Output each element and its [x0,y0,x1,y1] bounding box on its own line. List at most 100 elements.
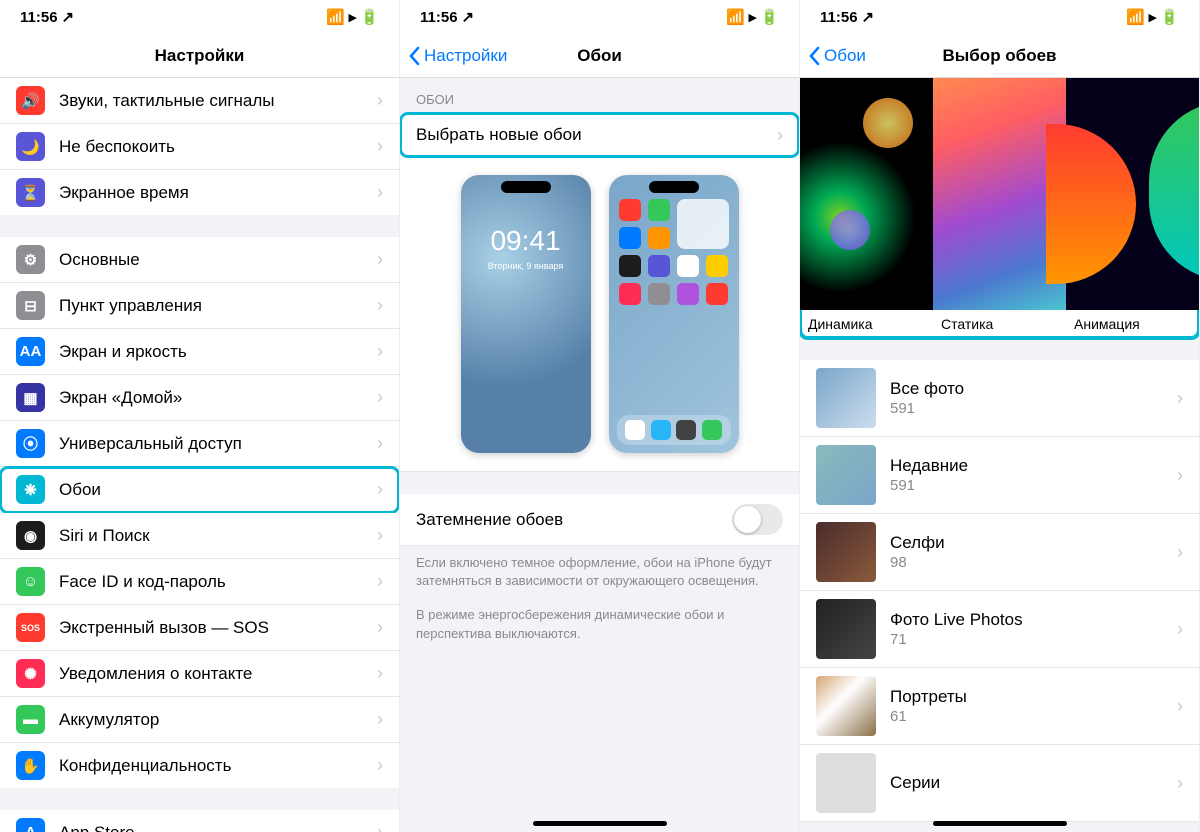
settings-row-siri-и-поиск[interactable]: ◉Siri и Поиск› [0,513,399,559]
settings-row-экран-и-яркость[interactable]: AA Экран и яркость› [0,329,399,375]
chevron-right-icon: › [1177,542,1183,563]
album-row-фото-live-photos[interactable]: Фото Live Photos71› [800,591,1199,668]
wallpaper-preview: 09:41 Вторник, 9 января [400,157,799,472]
battery-icon: 🔋 [360,8,379,26]
home-indicator[interactable] [933,821,1067,826]
album-count: 71 [890,631,1177,648]
wallpaper-type-динамика[interactable]: Динамика [800,78,933,338]
settings-row-звуки-тактильные-сигналы[interactable]: 🔊Звуки, тактильные сигналы› [0,78,399,124]
row-icon: AA [16,337,45,366]
row-label: Конфиденциальность [59,756,377,776]
row-label: Звуки, тактильные сигналы [59,91,377,111]
album-thumb [816,445,876,505]
dark-appearance-dimming-row: Затемнение обоев [400,494,799,546]
back-button[interactable]: Обои [808,46,866,66]
nav-bar: Настройки Обои [400,34,799,78]
row-label: Обои [59,480,377,500]
settings-row-не-беспокоить[interactable]: 🌙Не беспокоить› [0,124,399,170]
row-icon: ⊟ [16,291,45,320]
album-info: Недавние591 [890,456,1177,494]
dimming-toggle[interactable] [732,504,783,535]
settings-row-экран-домой-[interactable]: ▦Экран «Домой»› [0,375,399,421]
settings-row-app-store[interactable]: AApp Store› [0,810,399,832]
album-count: 591 [890,400,1177,417]
album-title: Портреты [890,687,1177,707]
chevron-right-icon: › [377,822,383,832]
chevron-right-icon: › [777,125,783,146]
dimming-description-2: В режиме энергосбережения динамические о… [400,606,799,658]
album-row-серии[interactable]: Серии› [800,745,1199,822]
album-thumb [816,368,876,428]
wallpaper-types-row: ДинамикаСтатикаАнимация [800,78,1199,338]
chevron-right-icon: › [1177,619,1183,640]
home-screen-preview[interactable] [609,175,739,453]
location-icon: ↗ [862,8,875,26]
row-label: Экран и яркость [59,342,377,362]
status-bar: 11:56 ↗ 📶 ▸ 🔋 [800,0,1199,34]
location-icon: ↗ [462,8,475,26]
album-title: Недавние [890,456,1177,476]
settings-row-конфиденциальность[interactable]: ✋Конфиденциальность› [0,743,399,788]
album-info: Фото Live Photos71 [890,610,1177,648]
row-icon: ⏳ [16,178,45,207]
location-icon: ↗ [62,8,75,26]
row-label: Уведомления о контакте [59,664,377,684]
wifi-icon: ▸ [1149,8,1157,26]
row-label: Пункт управления [59,296,377,316]
page-title: Обои [577,46,622,66]
chevron-right-icon: › [377,341,383,362]
album-row-портреты[interactable]: Портреты61› [800,668,1199,745]
row-icon: ☺ [16,567,45,596]
status-bar: 11:56 ↗ 📶 ▸ 🔋 [400,0,799,34]
home-indicator[interactable] [533,821,667,826]
status-time: 11:56 [20,9,58,26]
album-info: Все фото591 [890,379,1177,417]
row-label: Не беспокоить [59,137,377,157]
settings-row-face-id-и-код-пароль[interactable]: ☺Face ID и код-пароль› [0,559,399,605]
back-label: Настройки [424,46,507,66]
settings-row-аккумулятор[interactable]: ▬Аккумулятор› [0,697,399,743]
wallpaper-type-label: Анимация [1066,310,1199,338]
row-label: Siri и Поиск [59,526,377,546]
back-label: Обои [824,46,866,66]
album-row-селфи[interactable]: Селфи98› [800,514,1199,591]
settings-row-экстренный-вызов-sos[interactable]: SOSЭкстренный вызов — SOS› [0,605,399,651]
lock-screen-preview[interactable]: 09:41 Вторник, 9 января [461,175,591,453]
back-button[interactable]: Настройки [408,46,507,66]
settings-row-обои[interactable]: ❋Обои› [0,467,399,513]
battery-icon: 🔋 [760,8,779,26]
nav-bar: Настройки [0,34,399,78]
album-title: Все фото [890,379,1177,399]
choose-new-wallpaper-row[interactable]: Выбрать новые обои › [400,113,799,157]
signal-icon: 📶 [326,8,345,26]
dimming-description-1: Если включено темное оформление, обои на… [400,546,799,606]
row-icon: ❋ [16,475,45,504]
row-icon: ◉ [16,521,45,550]
row-label: Универсальный доступ [59,434,377,454]
signal-icon: 📶 [726,8,745,26]
row-label: Face ID и код-пароль [59,572,377,592]
album-title: Фото Live Photos [890,610,1177,630]
row-icon: ✋ [16,751,45,780]
row-label: Выбрать новые обои [416,125,777,145]
page-title: Выбор обоев [943,46,1057,66]
row-icon: ⚙ [16,245,45,274]
row-icon: ▬ [16,705,45,734]
settings-row-основные[interactable]: ⚙Основные› [0,237,399,283]
album-thumb [816,753,876,813]
settings-row-уведомления-о-контакте[interactable]: ✺Уведомления о контакте› [0,651,399,697]
settings-row-универсальный-доступ[interactable]: ⦿Универсальный доступ› [0,421,399,467]
chevron-right-icon: › [377,709,383,730]
screen-settings: 11:56 ↗ 📶 ▸ 🔋 Настройки 🔊Звуки, тактильн… [0,0,400,832]
album-row-все-фото[interactable]: Все фото591› [800,360,1199,437]
row-icon: ⦿ [16,429,45,458]
settings-row-пункт-управления[interactable]: ⊟Пункт управления› [0,283,399,329]
wallpaper-type-анимация[interactable]: Анимация [1066,78,1199,338]
chevron-right-icon: › [377,249,383,270]
settings-row-экранное-время[interactable]: ⏳Экранное время› [0,170,399,215]
chevron-right-icon: › [377,136,383,157]
row-icon: A [16,818,45,832]
row-label: Экран «Домой» [59,388,377,408]
wifi-icon: ▸ [749,8,757,26]
album-row-недавние[interactable]: Недавние591› [800,437,1199,514]
